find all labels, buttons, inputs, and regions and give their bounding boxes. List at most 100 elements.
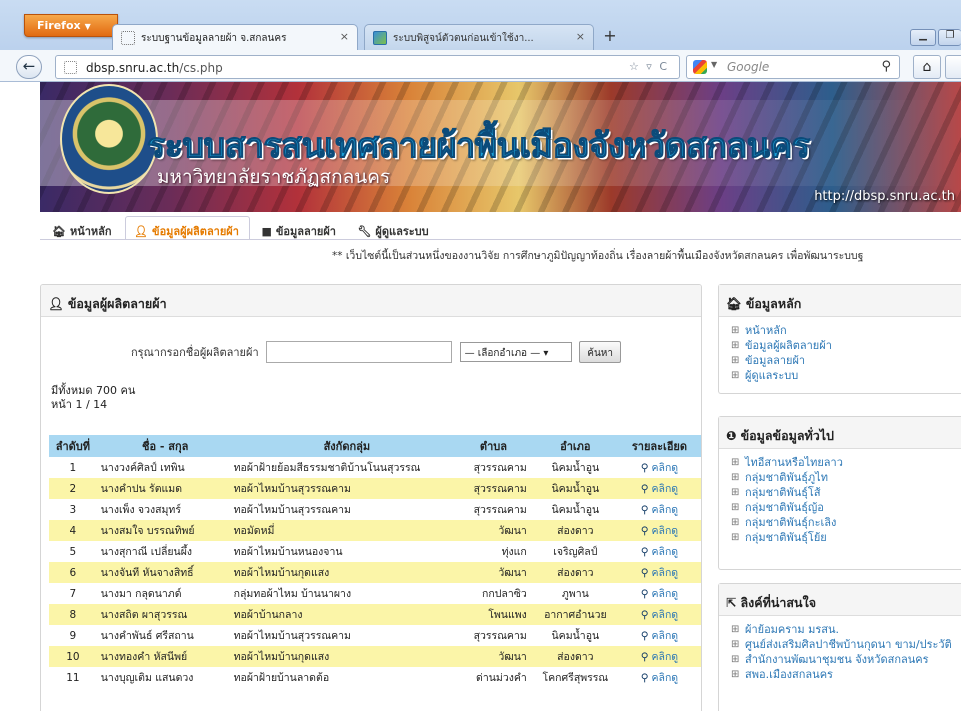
row-group: ทอผ้าไหมบ้านกุดแสง — [229, 646, 461, 667]
search-button[interactable]: ค้นหา — [579, 341, 622, 363]
search-icon: ⚲ — [640, 609, 649, 621]
sidebar-link[interactable]: ⊞ กลุ่มชาติพันธุ์กะเลิง — [731, 515, 961, 530]
table-row: 10 นางทองคำ หัสนีพย์ ทอผ้าไหมบ้านกุดแสง วัฒ… — [49, 646, 701, 667]
sidebar-link[interactable]: ⊞ ข้อมูลลายผ้า — [731, 353, 961, 368]
google-logo-icon[interactable] — [693, 60, 707, 74]
url-path: /cs.php — [179, 61, 223, 75]
search-icon: ⚲ — [640, 462, 649, 474]
main-menu: 🏠︎ หน้าหลัก 👤︎ ข้อมูลผู้ผลิตลายผ้า ■ ข้อมูล… — [44, 216, 439, 240]
search-icon: ⚲ — [640, 630, 649, 642]
search-icon: ⚲ — [640, 525, 649, 537]
browser-tab-title: ระบบพิสูจน์ตัวตนก่อนเข้าใช้งา... — [393, 33, 534, 44]
view-detail-label: คลิกดู — [651, 651, 679, 663]
district-select[interactable]: — เลือกอำเภอ — ▾ — [459, 342, 572, 362]
sidebar-link[interactable]: ⊞ กลุ่มชาติพันธุ์ญ้อ — [731, 500, 961, 515]
table-row: 5 นางสุกาณี เปลี่ยนผึ้ง ทอผ้าไหมบ้านหนองจา… — [49, 541, 701, 562]
sidebar-link[interactable]: ⊞ กลุ่มชาติพันธุ์โส้ — [731, 485, 961, 500]
table-row: 1 นางวงค์ศิลป์ เทพิน ทอผ้าฝ้ายย้อมสีธรรมชา… — [49, 457, 701, 478]
view-detail-link[interactable]: ⚲ คลิกดู — [617, 583, 701, 604]
search-icon: ⚲ — [640, 546, 649, 558]
sidebar-link[interactable]: ⊞ กลุ่มชาติพันธุ์ภูไท — [731, 470, 961, 485]
bullet-icon: ⊞ — [731, 457, 740, 468]
engine-dropdown-icon[interactable]: ▼ — [711, 60, 717, 69]
sidebar-main-info: 🏠︎ ข้อมูลหลัก ⊞ หน้าหลัก ⊞ ข้อมูลผู้ผลิตลายผ… — [718, 284, 961, 394]
column-header: อำเภอ — [532, 435, 618, 457]
table-row: 11 นางบุญเติม แสนดวง ทอผ้าฝ้ายบ้านลาดต้อ ด่… — [49, 667, 701, 688]
url-bar[interactable]: dbsp.snru.ac.th/cs.php ☆ ▿ C — [55, 55, 680, 79]
search-icon: ⚲ — [640, 483, 649, 495]
firefox-menu-button[interactable]: Firefox ▼ — [24, 14, 118, 37]
bullet-icon: ⊞ — [731, 355, 740, 366]
university-seal-logo — [60, 84, 158, 194]
bullet-icon: ⊞ — [731, 472, 740, 483]
view-detail-link[interactable]: ⚲ คลิกดู — [617, 457, 701, 478]
row-amphoe: ภูพาน — [532, 583, 618, 604]
view-detail-link[interactable]: ⚲ คลิกดู — [617, 562, 701, 583]
view-detail-link[interactable]: ⚲ คลิกดู — [617, 499, 701, 520]
view-detail-link[interactable]: ⚲ คลิกดู — [617, 646, 701, 667]
sidebar-link[interactable]: ⊞ สำนักงานพัฒนาชุมชน จังหวัดสกลนคร — [731, 652, 961, 667]
sidebar-link[interactable]: ⊞ ศูนย์ส่งเสริมศิลปาชีพบ้านกุดนา ขาม/ประว… — [731, 637, 961, 652]
info-icon: ❶ — [726, 428, 737, 443]
maximize-button[interactable]: ❐ — [938, 29, 961, 46]
url-bar-tools[interactable]: ☆ ▿ C — [629, 60, 669, 73]
row-number: 11 — [49, 667, 97, 688]
sidebar-link[interactable]: ⊞ กลุ่มชาติพันธุ์โย้ย — [731, 530, 961, 545]
view-detail-link[interactable]: ⚲ คลิกดู — [617, 541, 701, 562]
view-detail-link[interactable]: ⚲ คลิกดู — [617, 667, 701, 688]
search-icon[interactable]: ⚲ — [881, 59, 891, 74]
toolbar-overflow-button[interactable] — [945, 55, 961, 79]
view-detail-link[interactable]: ⚲ คลิกดู — [617, 520, 701, 541]
producer-name-input[interactable] — [266, 341, 453, 363]
arrow-left-icon: ← — [22, 57, 36, 75]
page-identity-icon[interactable] — [64, 61, 77, 74]
browser-tab-active[interactable]: ระบบฐานข้อมูลลายผ้า จ.สกลนคร × — [112, 24, 358, 50]
close-tab-icon[interactable]: × — [576, 30, 585, 43]
row-name: นางคำพันธ์ ศรีสถาน — [96, 625, 230, 646]
site-favicon-icon — [373, 31, 387, 45]
new-tab-button[interactable]: + — [598, 26, 622, 48]
row-tambon: สุวรรณคาม — [460, 478, 533, 499]
row-amphoe: นิคมน้ำอูน — [532, 625, 618, 646]
menu-item-producers[interactable]: 👤︎ ข้อมูลผู้ผลิตลายผ้า — [125, 216, 250, 240]
sidebar-link[interactable]: ⊞ ผ้าย้อมคราม มรสน. — [731, 622, 961, 637]
producer-panel: 👤︎ ข้อมูลผู้ผลิตลายผ้า กรุณากรอกชื่อผู้ผล… — [40, 284, 702, 711]
home-button[interactable]: ⌂ — [913, 55, 941, 79]
sidebar-link[interactable]: ⊞ สพอ.เมืองสกลนคร — [731, 667, 961, 682]
sidebar-link[interactable]: ⊞ ผู้ดูแลระบบ — [731, 368, 961, 383]
search-icon: ⚲ — [640, 504, 649, 516]
sidebar-link[interactable]: ⊞ ข้อมูลผู้ผลิตลายผ้า — [731, 338, 961, 353]
bullet-icon: ⊞ — [731, 669, 740, 680]
web-search-box[interactable]: ▼ Google ⚲ — [686, 55, 900, 79]
menu-item-patterns[interactable]: ■ ข้อมูลลายผ้า — [253, 217, 346, 241]
row-name: นางสุกาณี เปลี่ยนผึ้ง — [96, 541, 230, 562]
row-name: นางมา กลุดนาภด์ — [96, 583, 230, 604]
close-tab-icon[interactable]: × — [340, 30, 349, 43]
sidebar-link[interactable]: ⊞ ไทอีสานหรือไทยลาว — [731, 455, 961, 470]
view-detail-link[interactable]: ⚲ คลิกดู — [617, 604, 701, 625]
tab-strip: Firefox ▼ ระบบฐานข้อมูลลายผ้า จ.สกลนคร × … — [0, 14, 961, 50]
site-banner: ระบบสารสนเทศลายผ้าพื้นเมืองจังหวัดสกลนคร… — [40, 82, 961, 212]
row-group: ทอผ้าฝ้ายบ้านลาดต้อ — [229, 667, 461, 688]
search-label: กรุณากรอกชื่อผู้ผลิตลายผ้า — [131, 346, 259, 359]
row-number: 3 — [49, 499, 97, 520]
view-detail-link[interactable]: ⚲ คลิกดู — [617, 625, 701, 646]
firefox-menu-label: Firefox — [37, 19, 81, 32]
sidebar-link[interactable]: ⊞ หน้าหลัก — [731, 323, 961, 338]
menu-item-admin[interactable]: 🔧︎ ผู้ดูแลระบบ — [349, 217, 438, 241]
row-number: 1 — [49, 457, 97, 478]
table-row: 8 นางสถิต ผาสุวรรณ ทอผ้าบ้านกลาง โพนแพง อากา… — [49, 604, 701, 625]
row-name: นางคำปน รัตแมด — [96, 478, 230, 499]
table-row: 9 นางคำพันธ์ ศรีสถาน ทอผ้าไหมบ้านสุวรรณคาม… — [49, 625, 701, 646]
sidebar-links: ⇱ ลิงค์ที่น่าสนใจ ⊞ ผ้าย้อมคราม มรสน. ⊞ ศูนย… — [718, 583, 961, 711]
column-header: ลำดับที่ — [49, 435, 97, 457]
search-engine-placeholder: Google — [727, 60, 770, 74]
row-tambon: ด่านม่วงคำ — [460, 667, 533, 688]
minimize-button[interactable]: ▁ — [910, 29, 936, 46]
row-tambon: สุวรรณคาม — [460, 457, 533, 478]
menu-item-home[interactable]: 🏠︎ หน้าหลัก — [44, 217, 122, 241]
view-detail-link[interactable]: ⚲ คลิกดู — [617, 478, 701, 499]
back-button[interactable]: ← — [16, 55, 42, 79]
browser-tab-inactive[interactable]: ระบบพิสูจน์ตัวตนก่อนเข้าใช้งา... × — [364, 24, 594, 50]
view-detail-label: คลิกดู — [651, 504, 679, 516]
